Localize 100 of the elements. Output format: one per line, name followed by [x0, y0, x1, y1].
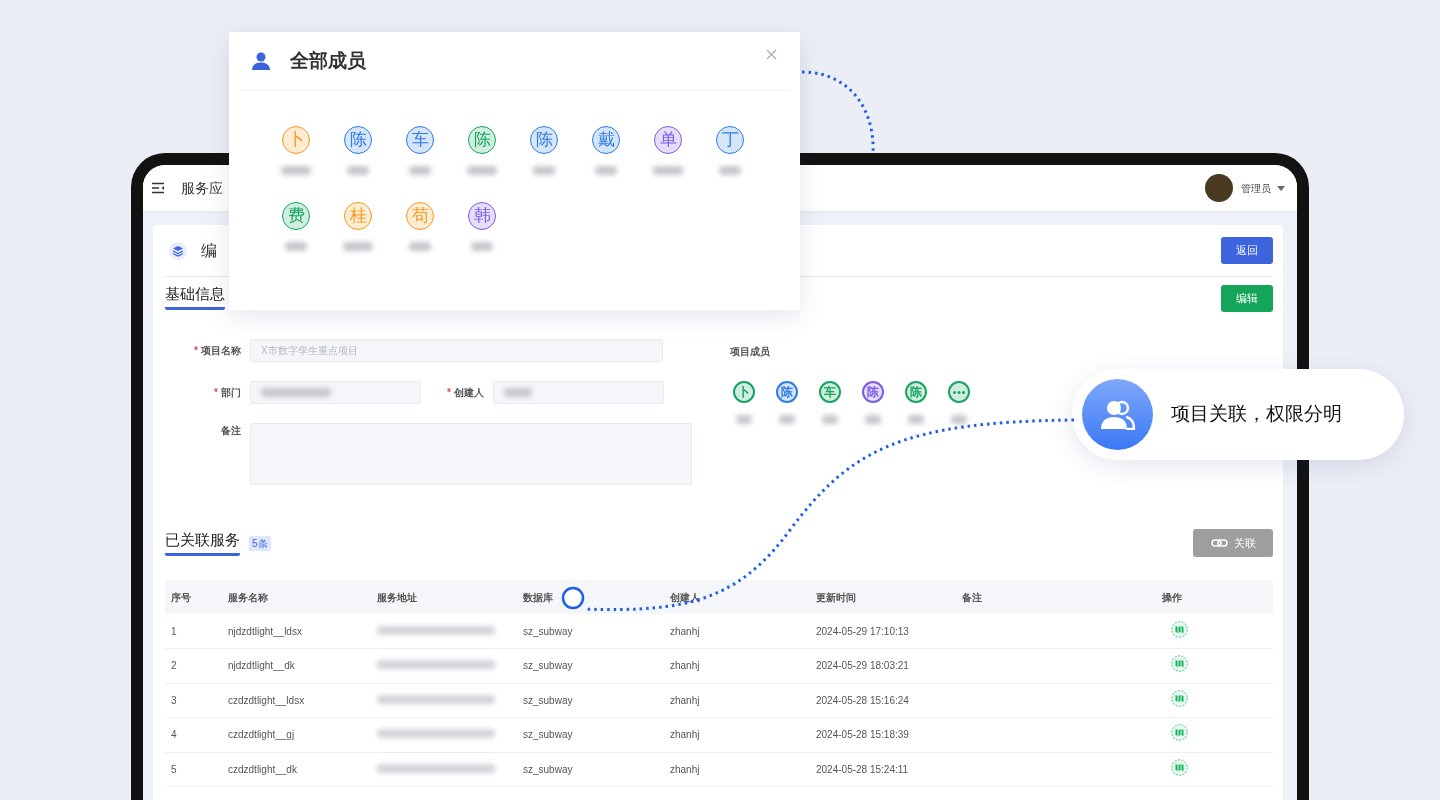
table-cell: 2024-05-28 15:24:11	[810, 752, 956, 787]
blurred-name	[467, 166, 497, 175]
member-avatar: 陈	[776, 381, 798, 403]
blurred-name	[409, 242, 431, 251]
table-cell: 2	[165, 648, 222, 683]
member-avatar: 陈	[344, 126, 372, 154]
blurred-name	[822, 415, 838, 424]
required-mark: *	[447, 387, 451, 398]
section-title: 已关联服务	[165, 530, 240, 556]
table-cell: sz_subway	[517, 648, 664, 683]
map-icon[interactable]	[1171, 758, 1188, 776]
table-cell: 1	[165, 614, 222, 649]
member-avatar: 苟	[406, 202, 434, 230]
input-field[interactable]	[250, 381, 421, 404]
field-label: * 部门	[213, 386, 241, 400]
blurred-name	[285, 242, 307, 251]
map-icon[interactable]	[1171, 689, 1188, 707]
table-cell: 3	[165, 683, 222, 718]
user-avatar	[1205, 174, 1233, 202]
table-cell: zhanhj	[664, 717, 810, 752]
count-badge: 5条	[249, 535, 271, 551]
member-avatar: 卜	[733, 381, 755, 403]
column-header: 备注	[956, 580, 1156, 614]
member-avatar: 车	[406, 126, 434, 154]
table-cell: zhanhj	[664, 752, 810, 787]
column-header: 操作	[1156, 580, 1273, 614]
member-avatar: 韩	[468, 202, 496, 230]
field-label: 备注	[220, 424, 241, 438]
member-avatar: 费	[282, 202, 310, 230]
blurred-name	[471, 242, 493, 251]
blurred-name	[343, 242, 373, 251]
members-label: 项目成员	[730, 345, 771, 359]
table-cell: 2024-05-29 18:03:21	[810, 648, 956, 683]
member-avatar: 陈	[468, 126, 496, 154]
table-cell: 2024-05-29 17:10:13	[810, 614, 956, 649]
blurred-name	[533, 166, 555, 175]
blurred-name	[281, 166, 311, 175]
popup-title: 全部成员	[290, 48, 366, 73]
table-cell: njdzdtlight__dk	[222, 648, 371, 683]
table-cell: czdzdtlight__ldsx	[222, 683, 371, 718]
table-cell: njdzdtlight__ldsx	[222, 614, 371, 649]
member-avatar: 丁	[716, 126, 744, 154]
required-mark: *	[194, 345, 198, 356]
field-label: * 项目名称	[193, 344, 241, 358]
member-avatar: 单	[654, 126, 682, 154]
column-header: 更新时间	[810, 580, 956, 614]
user-menu[interactable]: 管理员	[1241, 180, 1271, 196]
back-button[interactable]: 返回	[1221, 237, 1273, 264]
table-cell: 5	[165, 752, 222, 787]
table-cell: sz_subway	[517, 752, 664, 787]
table-cell: 2024-05-28 15:16:24	[810, 683, 956, 718]
blurred-name	[736, 415, 752, 424]
blurred-name	[779, 415, 795, 424]
table-cell: zhanhj	[664, 614, 810, 649]
table-cell: 4	[165, 717, 222, 752]
layers-icon	[169, 241, 187, 260]
table-cell: sz_subway	[517, 614, 664, 649]
blurred-name	[347, 166, 369, 175]
link-icon	[1210, 539, 1228, 547]
blurred-name	[908, 415, 924, 424]
column-header: 数据库	[517, 580, 664, 614]
people-icon	[1082, 379, 1153, 450]
section-title: 基础信息	[165, 285, 225, 310]
table-cell: sz_subway	[517, 717, 664, 752]
blurred-name	[951, 415, 967, 424]
edit-button[interactable]: 编辑	[1221, 285, 1273, 312]
blurred-name	[653, 166, 683, 175]
table-cell: zhanhj	[664, 648, 810, 683]
table-cell: zhanhj	[664, 683, 810, 718]
field-label: * 创建人	[447, 386, 484, 400]
link-button[interactable]: 关联	[1193, 529, 1273, 557]
table-cell: 2024-05-28 15:18:39	[810, 717, 956, 752]
map-icon[interactable]	[1171, 620, 1188, 638]
blurred-value	[503, 388, 532, 397]
member-avatar: 桂	[344, 202, 372, 230]
map-icon[interactable]	[1171, 724, 1188, 742]
close-icon[interactable]	[766, 48, 777, 60]
table-cell: czdzdtlight__gj	[222, 717, 371, 752]
input-field[interactable]	[492, 381, 664, 404]
blurred-name	[865, 415, 881, 424]
required-mark: *	[214, 387, 218, 398]
blurred-name	[719, 166, 741, 175]
member-avatar: 陈	[530, 126, 558, 154]
connector-node	[561, 586, 585, 610]
blurred-name	[409, 166, 431, 175]
member-avatar: 陈	[862, 381, 884, 403]
member-avatar: 卜	[282, 126, 310, 154]
member-avatar: 车	[819, 381, 841, 403]
blurred-value	[261, 388, 331, 397]
member-avatar: 陈	[905, 381, 927, 403]
blurred-name	[595, 166, 617, 175]
column-header: 服务地址	[371, 580, 517, 614]
menu-icon[interactable]	[151, 182, 165, 194]
callout-text: 项目关联，权限分明	[1171, 402, 1342, 427]
member-avatar: 戴	[592, 126, 620, 154]
table-cell: czdzdtlight__dk	[222, 752, 371, 787]
map-icon[interactable]	[1171, 655, 1188, 673]
table-cell: sz_subway	[517, 683, 664, 718]
page-title: 编	[201, 240, 217, 261]
person-icon	[251, 52, 271, 70]
